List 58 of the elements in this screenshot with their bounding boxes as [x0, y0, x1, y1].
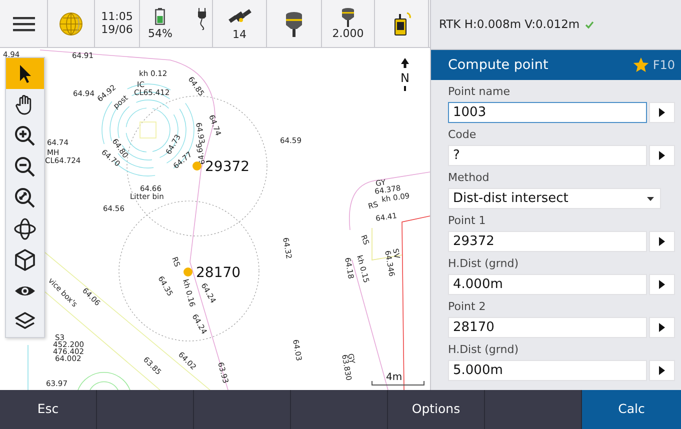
battery-icon [155, 8, 166, 25]
input-field[interactable]: 5.000m [448, 360, 647, 381]
check-icon [584, 20, 594, 28]
field-label: Point 2 [448, 299, 487, 315]
north-arrow-icon [401, 58, 409, 91]
scale-label: 4m [386, 372, 402, 383]
satellite-count: 14 [232, 28, 246, 42]
panel-title: Compute point [448, 56, 550, 75]
scale-bar [372, 380, 424, 386]
dropdown[interactable]: Dist-dist intersect [448, 188, 661, 209]
arrow-button[interactable] [649, 231, 675, 252]
map-tool-button[interactable] [6, 58, 44, 89]
arrow-button[interactable] [649, 102, 675, 123]
caret-right-icon [659, 151, 665, 160]
caret-right-icon [659, 323, 665, 332]
input-field[interactable]: 1003 [448, 102, 647, 123]
caret-right-icon [659, 366, 665, 375]
controller-icon[interactable] [392, 12, 412, 36]
zoom-extents-icon [13, 186, 37, 210]
antenna-height-text: 2.000 [332, 28, 364, 41]
menu-icon[interactable] [12, 16, 34, 32]
caret-down-icon [647, 196, 654, 200]
input-field[interactable]: 4.000m [448, 274, 647, 295]
zoom-out-icon [13, 154, 37, 178]
input-field[interactable]: 29372 [448, 231, 647, 252]
input-field[interactable]: ? [448, 145, 647, 166]
gnss-receiver-icon[interactable] [341, 7, 355, 28]
calc-button[interactable]: Calc [582, 390, 681, 429]
point-marker[interactable] [184, 268, 192, 276]
field-label: Point 1 [448, 213, 487, 229]
field-label: Method [448, 170, 490, 186]
cube-icon [13, 248, 37, 272]
arrow-button[interactable] [649, 145, 675, 166]
field-label: Code [448, 127, 478, 143]
date-text: 19/06 [101, 24, 133, 37]
rtk-status-text: RTK H:0.008m V:0.012m [439, 16, 580, 33]
globe-icon[interactable] [59, 12, 83, 36]
field-label: H.Dist (grnd) [448, 342, 520, 358]
orbit-icon [13, 216, 37, 240]
time-text: 11:05 [101, 11, 133, 24]
north-label: N [400, 71, 410, 85]
caret-right-icon [659, 108, 665, 117]
caret-right-icon [659, 280, 665, 289]
arrow-button[interactable] [649, 360, 675, 381]
caret-right-icon [659, 237, 665, 246]
arrow-button[interactable] [649, 317, 675, 338]
zoom-in-icon [13, 124, 37, 148]
star-icon[interactable] [632, 57, 649, 73]
point-label: 28170 [196, 265, 241, 281]
battery-text: 54% [148, 28, 172, 40]
point-label: 29372 [205, 159, 250, 175]
field-label: H.Dist (grnd) [448, 256, 520, 272]
field-label: Point name [448, 84, 512, 100]
shortcut-key-text: F10 [652, 57, 675, 74]
input-field[interactable]: 28170 [448, 317, 647, 338]
arrow-button[interactable] [649, 274, 675, 295]
plug-icon [198, 8, 206, 30]
gnss-receiver-icon[interactable] [285, 11, 303, 37]
